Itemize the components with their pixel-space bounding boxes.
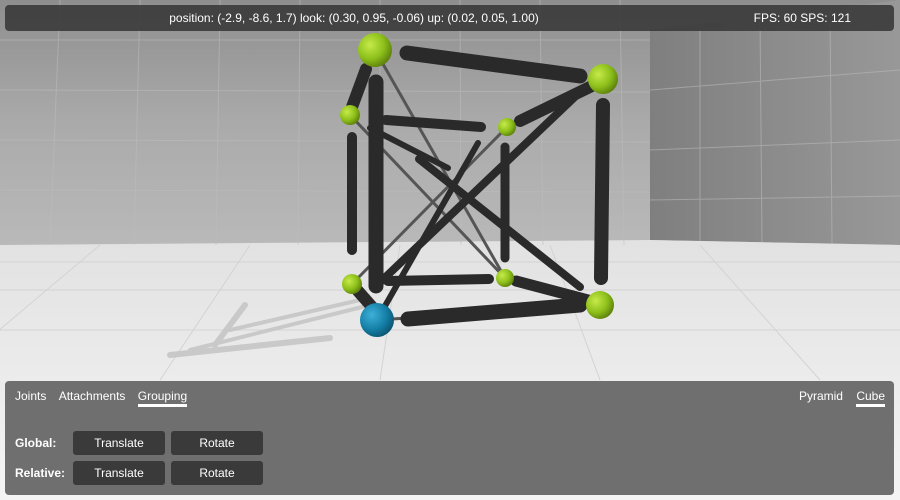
panel-tabs: Joints Attachments Grouping [15, 389, 196, 407]
preset-tabs: Pyramid Cube [789, 389, 885, 407]
preset-cube[interactable]: Cube [856, 389, 885, 407]
global-rotate-button[interactable]: Rotate [171, 431, 263, 455]
joint-node[interactable] [588, 64, 618, 94]
global-label: Global: [15, 436, 57, 450]
right-wall [650, 0, 900, 245]
joint-node[interactable] [498, 118, 516, 136]
tab-joints[interactable]: Joints [15, 389, 46, 407]
joint-node[interactable] [586, 291, 614, 319]
joint-node[interactable] [340, 105, 360, 125]
preset-pyramid[interactable]: Pyramid [799, 389, 843, 407]
camera-status-bar: position: (-2.9, -8.6, 1.7) look: (0.30,… [5, 5, 894, 31]
tab-attachments[interactable]: Attachments [59, 389, 126, 407]
tab-grouping[interactable]: Grouping [137, 389, 188, 407]
joint-node[interactable] [342, 274, 362, 294]
relative-translate-button[interactable]: Translate [73, 461, 165, 485]
joint-node[interactable] [496, 269, 514, 287]
camera-readout: position: (-2.9, -8.6, 1.7) look: (0.30,… [169, 11, 539, 25]
global-translate-button[interactable]: Translate [73, 431, 165, 455]
control-panel: Joints Attachments Grouping Pyramid Cube… [5, 381, 894, 495]
relative-rotate-button[interactable]: Rotate [171, 461, 263, 485]
selected-joint-node[interactable] [360, 303, 394, 337]
relative-label: Relative: [15, 466, 66, 480]
fps-readout: FPS: 60 SPS: 121 [753, 11, 851, 25]
joint-node[interactable] [358, 33, 392, 67]
